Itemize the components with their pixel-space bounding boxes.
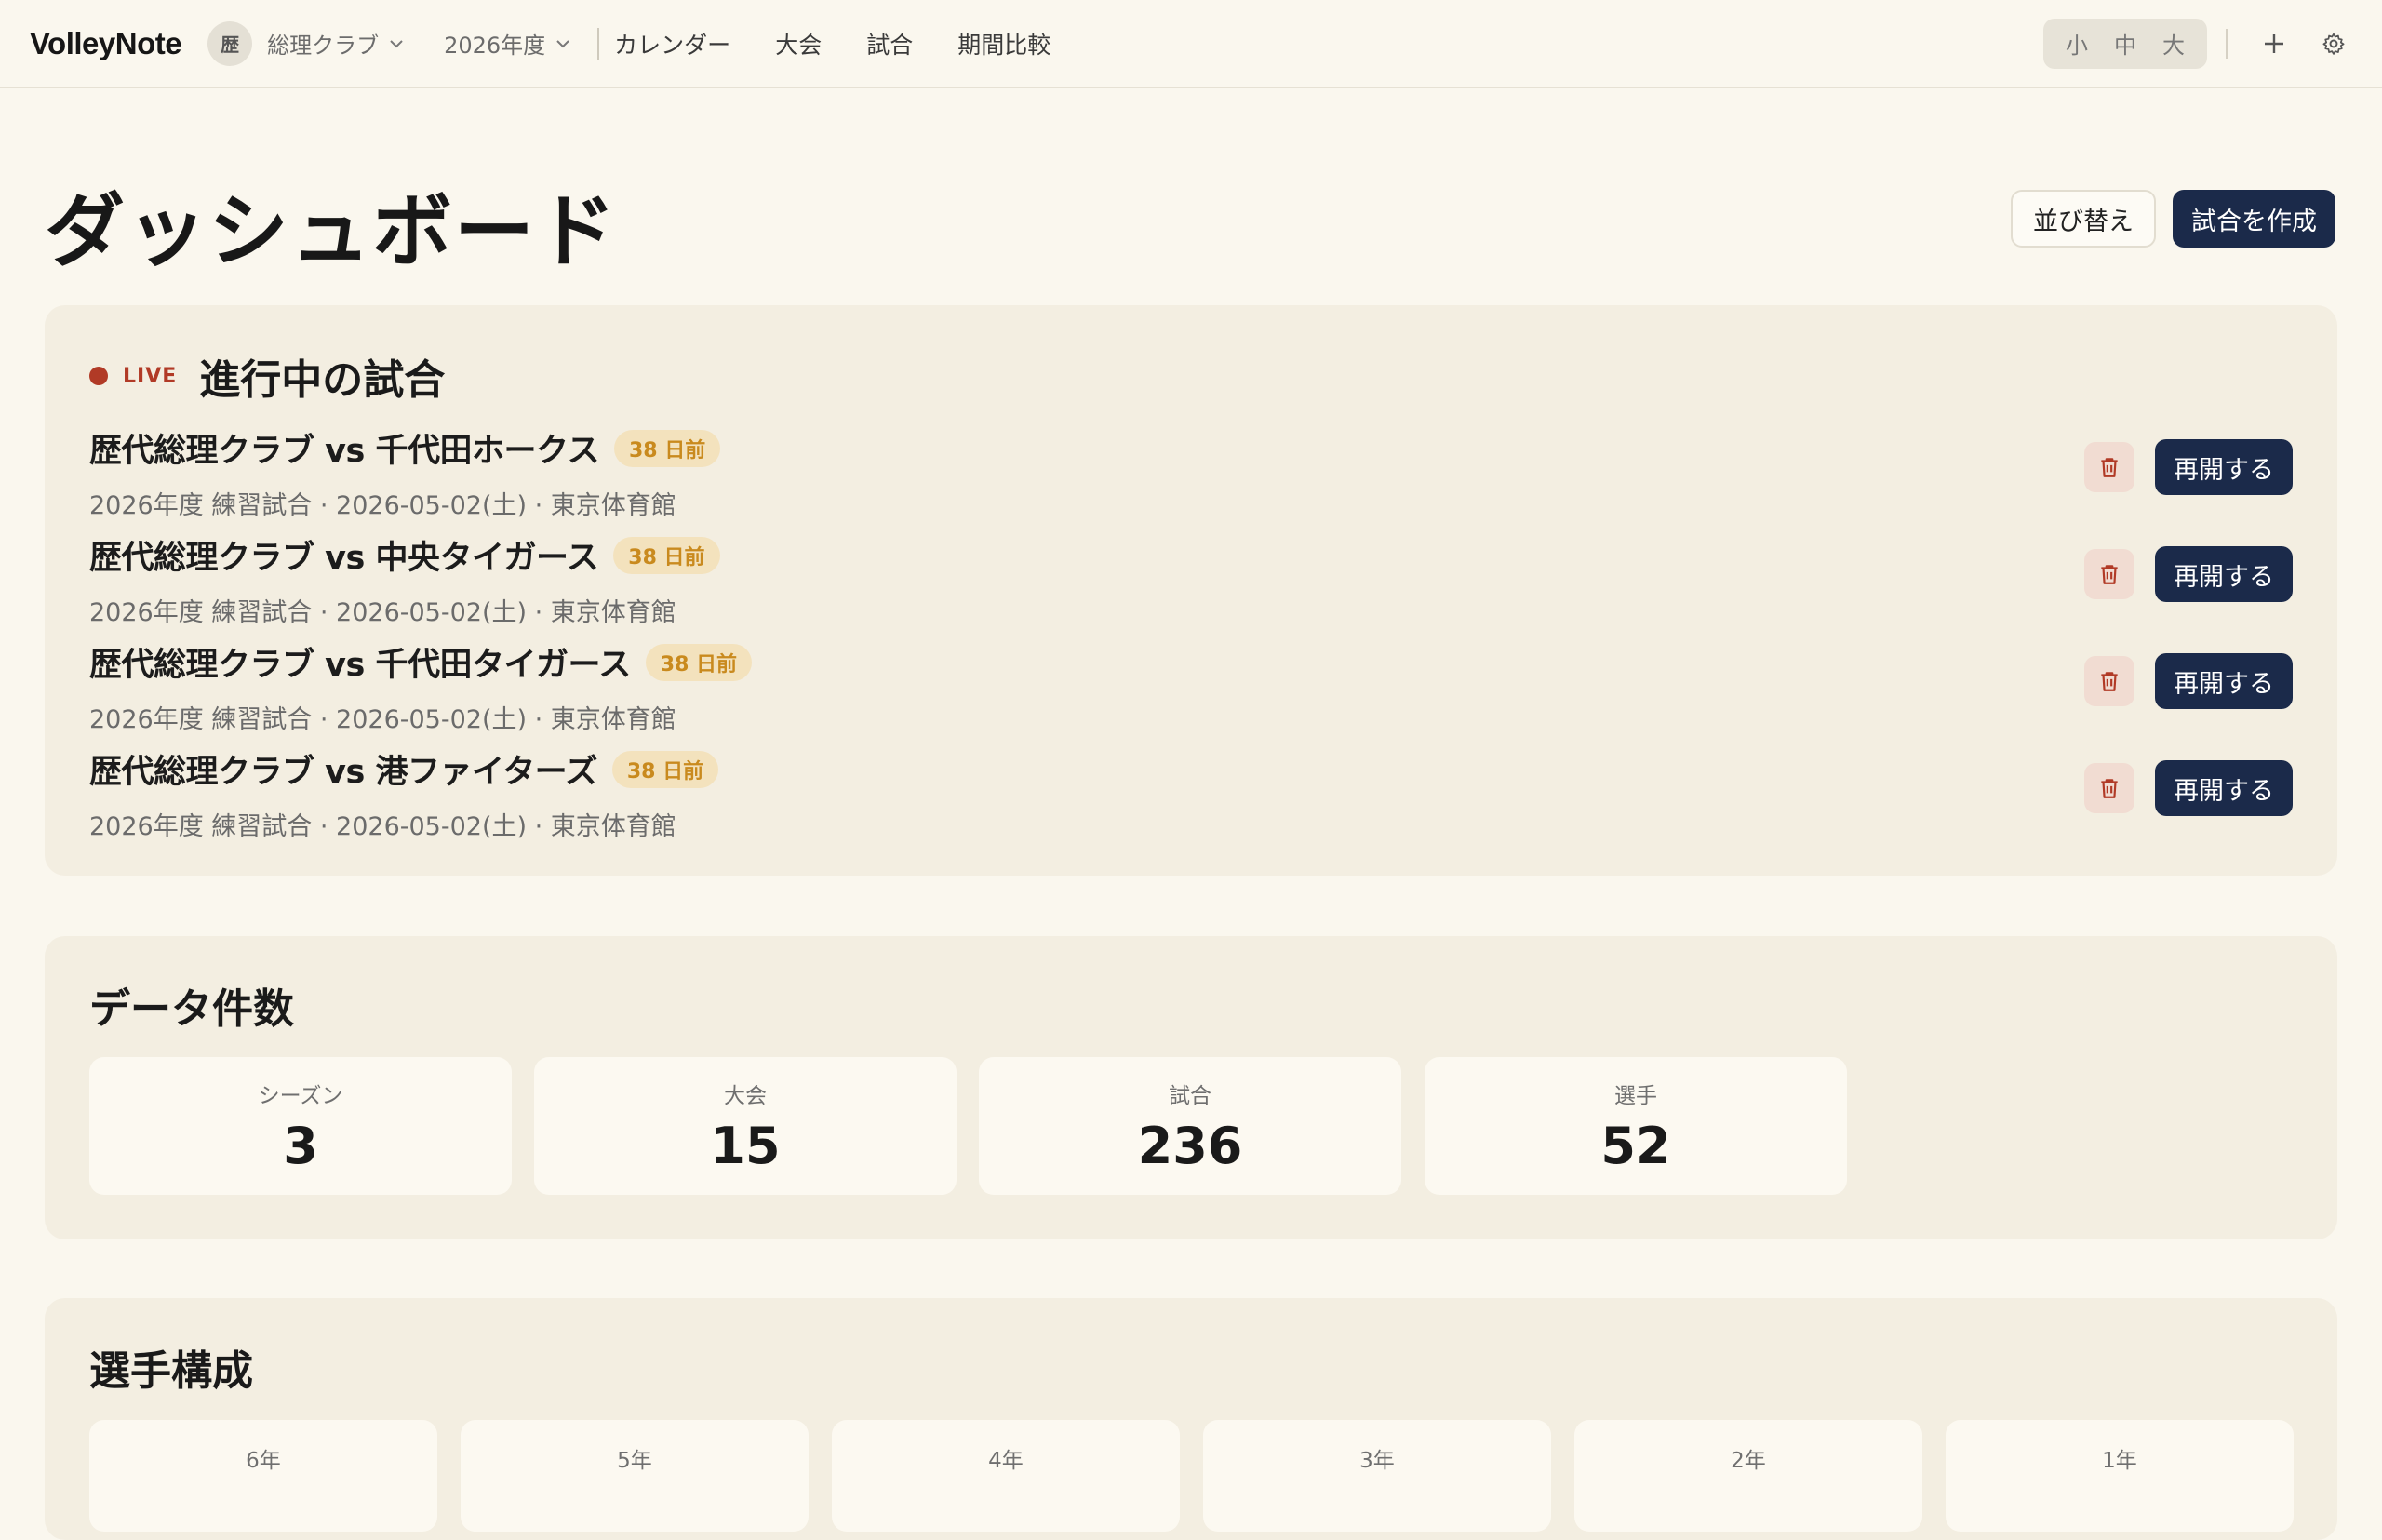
days-ago-badge: 38 日前 — [613, 429, 721, 467]
stat-label: シーズン — [258, 1084, 343, 1108]
match-title[interactable]: 歴代総理クラブ vs 中央タイガース — [89, 531, 599, 579]
days-ago-badge: 38 日前 — [613, 536, 720, 574]
app-brand[interactable]: VolleyNote — [30, 26, 182, 61]
stat-value: 15 — [710, 1117, 781, 1175]
top-right-controls: 小 中 大 — [2043, 18, 2352, 69]
live-section-title: 進行中の試合 — [199, 356, 446, 404]
stat-label: 選手 — [1614, 1084, 1657, 1108]
stat-card-tournaments: 大会 15 — [534, 1057, 957, 1195]
roster-composition-panel: 選手構成 6年 5年 4年 3年 2年 1年 — [45, 1298, 2337, 1540]
season-selector[interactable]: 2026年度 — [444, 27, 571, 60]
data-counts-panel: データ件数 シーズン 3 大会 15 試合 236 選手 52 — [45, 936, 2337, 1239]
nav-link-period-compare[interactable]: 期間比較 — [957, 27, 1050, 60]
chevron-down-icon — [390, 39, 403, 47]
text-size-toggle: 小 中 大 — [2043, 18, 2207, 69]
delete-match-button[interactable] — [2084, 656, 2134, 706]
trash-icon — [2101, 565, 2118, 584]
match-meta: 2026年度 練習試合 · 2026-05-02(土) · 東京体育館 — [89, 812, 676, 841]
match-actions: 再開する — [2084, 546, 2293, 602]
text-size-small[interactable]: 小 — [2053, 27, 2101, 60]
match-title[interactable]: 歴代総理クラブ vs 千代田タイガース — [89, 638, 631, 686]
match-title[interactable]: 歴代総理クラブ vs 千代田ホークス — [89, 424, 599, 472]
match-meta: 2026年度 練習試合 · 2026-05-02(土) · 東京体育館 — [89, 491, 676, 520]
text-size-large[interactable]: 大 — [2149, 27, 2198, 60]
top-divider — [2226, 28, 2228, 59]
plus-icon — [2265, 33, 2283, 53]
live-match-item: 歴代総理クラブ vs 港ファイターズ 38 日前 2026年度 練習試合 · 2… — [89, 745, 2293, 841]
grade-label: 2年 — [1731, 1449, 1766, 1473]
grade-card: 6年 — [89, 1420, 437, 1532]
grade-card: 2年 — [1574, 1420, 1922, 1532]
stat-card-matches: 試合 236 — [979, 1057, 1401, 1195]
live-match-item: 歴代総理クラブ vs 中央タイガース 38 日前 2026年度 練習試合 · 2… — [89, 531, 2293, 627]
club-avatar: 歴 — [207, 20, 253, 66]
sort-button[interactable]: 並び替え — [2011, 190, 2156, 248]
roster-title: 選手構成 — [89, 1347, 253, 1395]
stat-value: 236 — [1137, 1117, 1243, 1175]
live-match-item: 歴代総理クラブ vs 千代田タイガース 38 日前 2026年度 練習試合 · … — [89, 638, 2293, 734]
match-title[interactable]: 歴代総理クラブ vs 港ファイターズ — [89, 745, 597, 793]
grade-card: 4年 — [832, 1420, 1180, 1532]
stat-value: 52 — [1600, 1117, 1671, 1175]
live-header: LIVE 進行中の試合 — [89, 346, 445, 406]
match-title-row: 歴代総理クラブ vs 千代田タイガース 38 日前 — [89, 638, 2293, 686]
live-indicator-icon — [89, 367, 108, 385]
stat-label: 大会 — [724, 1084, 767, 1108]
days-ago-badge: 38 日前 — [611, 750, 719, 788]
add-button[interactable] — [2255, 25, 2293, 62]
data-counts-title: データ件数 — [89, 985, 294, 1033]
club-selector[interactable]: 総理クラブ — [267, 27, 405, 60]
trash-icon — [2101, 672, 2118, 691]
trash-icon — [2101, 779, 2118, 798]
page-title: ダッシュボード — [45, 185, 618, 278]
chevron-down-icon — [556, 39, 569, 47]
grade-card: 1年 — [1946, 1420, 2294, 1532]
text-size-medium[interactable]: 中 — [2101, 27, 2149, 60]
grade-label: 5年 — [617, 1449, 652, 1473]
grade-card: 3年 — [1203, 1420, 1551, 1532]
create-match-button[interactable]: 試合を作成 — [2173, 190, 2335, 248]
days-ago-badge: 38 日前 — [645, 643, 753, 681]
match-actions: 再開する — [2084, 653, 2293, 709]
match-meta: 2026年度 練習試合 · 2026-05-02(土) · 東京体育館 — [89, 705, 676, 734]
resume-match-button[interactable]: 再開する — [2155, 653, 2293, 709]
live-matches-panel: LIVE 進行中の試合 歴代総理クラブ vs 千代田ホークス 38 日前 202… — [45, 305, 2337, 876]
delete-match-button[interactable] — [2084, 549, 2134, 599]
live-match-item: 歴代総理クラブ vs 千代田ホークス 38 日前 2026年度 練習試合 · 2… — [89, 424, 2293, 520]
grade-label: 1年 — [2102, 1449, 2137, 1473]
grade-label: 6年 — [246, 1449, 281, 1473]
resume-match-button[interactable]: 再開する — [2155, 439, 2293, 495]
match-actions: 再開する — [2084, 760, 2293, 816]
nav-link-matches[interactable]: 試合 — [866, 27, 913, 60]
delete-match-button[interactable] — [2084, 442, 2134, 492]
gear-icon — [2322, 33, 2345, 55]
grade-label: 3年 — [1359, 1449, 1395, 1473]
settings-button[interactable] — [2315, 25, 2352, 62]
resume-match-button[interactable]: 再開する — [2155, 760, 2293, 816]
live-label: LIVE — [123, 364, 178, 388]
match-title-row: 歴代総理クラブ vs 中央タイガース 38 日前 — [89, 531, 2293, 579]
grade-label: 4年 — [988, 1449, 1024, 1473]
grade-card: 5年 — [461, 1420, 809, 1532]
stat-card-seasons: シーズン 3 — [89, 1057, 512, 1195]
match-title-row: 歴代総理クラブ vs 千代田ホークス 38 日前 — [89, 424, 2293, 472]
trash-icon — [2101, 458, 2118, 477]
nav-link-calendar[interactable]: カレンダー — [614, 27, 730, 60]
header-actions: 並び替え 試合を作成 — [2011, 190, 2335, 248]
resume-match-button[interactable]: 再開する — [2155, 546, 2293, 602]
nav-divider — [597, 27, 600, 60]
match-title-row: 歴代総理クラブ vs 港ファイターズ 38 日前 — [89, 745, 2293, 793]
top-navbar: VolleyNote 歴 総理クラブ 2026年度 カレンダー 大会 試合 期間… — [0, 0, 2382, 88]
season-selector-label: 2026年度 — [444, 33, 546, 59]
delete-match-button[interactable] — [2084, 763, 2134, 813]
stat-label: 試合 — [1169, 1084, 1211, 1108]
match-actions: 再開する — [2084, 439, 2293, 495]
match-meta: 2026年度 練習試合 · 2026-05-02(土) · 東京体育館 — [89, 598, 676, 627]
stat-value: 3 — [283, 1117, 318, 1175]
stat-card-players: 選手 52 — [1425, 1057, 1847, 1195]
nav-link-tournaments[interactable]: 大会 — [775, 27, 822, 60]
club-selector-label: 総理クラブ — [267, 33, 380, 59]
